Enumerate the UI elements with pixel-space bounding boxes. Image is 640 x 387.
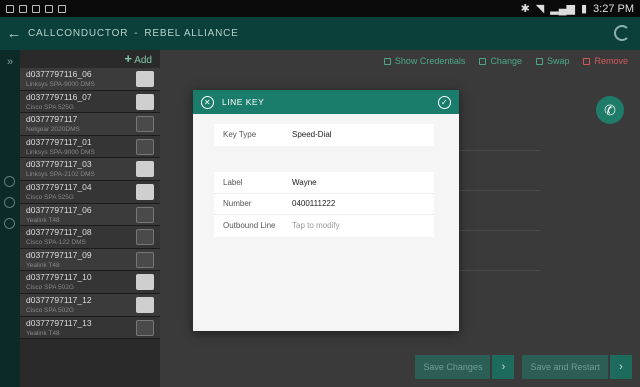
clock: 3:27 PM (593, 2, 634, 15)
remove-label: Remove (594, 56, 628, 66)
battery-icon: ▮ (580, 3, 588, 15)
left-rail: » (0, 50, 20, 387)
app-bar: ← CALLCONDUCTOR - REBEL ALLIANCE (0, 17, 640, 50)
phone-thumbnail-icon (136, 183, 154, 200)
line-key-dialog: ✕ LINE KEY ✓ Key Type Speed-Dial Label Way… (193, 90, 459, 331)
add-label: Add (134, 55, 152, 66)
phone-icon: ✆ (604, 102, 616, 118)
plus-icon: + (124, 51, 132, 66)
add-device-button[interactable]: + Add (20, 50, 160, 68)
chevron-right-icon: › (492, 355, 515, 379)
key-type-value: Speed-Dial (292, 130, 332, 140)
list-item[interactable]: d0377797117_04 Cisco SPA 525G (20, 180, 160, 204)
change-icon (479, 57, 487, 65)
swap-button[interactable]: Swap (535, 56, 570, 66)
notification-icons (6, 4, 66, 13)
phone-thumbnail-icon (136, 296, 154, 313)
phone-thumbnail-icon (136, 138, 154, 155)
outbound-line-row[interactable]: Outbound Line Tap to modify (214, 215, 434, 237)
phone-thumbnail-icon (136, 93, 154, 110)
change-button[interactable]: Change (479, 56, 522, 66)
save-and-restart-button[interactable]: Save and Restart › (522, 355, 632, 379)
key-type-row[interactable]: Key Type Speed-Dial (214, 124, 434, 146)
show-credentials-label: Show Credentials (394, 56, 466, 66)
list-item[interactable]: d0377797117_01 Linksys SPA-9000 DMS (20, 135, 160, 159)
status-bar: ✱ ◥ ▂▄▆ ▮ 3:27 PM (0, 0, 640, 17)
footer-actions: Save Changes › Save and Restart › (415, 355, 632, 379)
list-item[interactable]: d0377797117_13 Yealink T48 (20, 316, 160, 340)
bluetooth-icon: ✱ (520, 3, 530, 15)
label-row[interactable]: Label Wayne (214, 172, 434, 194)
phone-thumbnail-icon (136, 116, 154, 133)
trash-icon (583, 57, 591, 65)
key-details-card: Label Wayne Number 0400111222 Outbound Lin… (214, 172, 434, 237)
sd-card-icon (19, 4, 27, 13)
phone-thumbnail-icon (136, 274, 154, 291)
number-value: 0400111222 (292, 199, 336, 209)
dialog-title: LINE KEY (222, 97, 265, 107)
save-changes-button[interactable]: Save Changes › (415, 355, 515, 379)
show-credentials-button[interactable]: Show Credentials (383, 56, 466, 66)
list-item[interactable]: d0377797116_07 Cisco SPA 525G (20, 90, 160, 114)
phone-thumbnail-icon (136, 71, 154, 87)
list-item[interactable]: d0377797117_12 Cisco SPA 502G (20, 293, 160, 317)
sync-icon[interactable] (614, 25, 630, 41)
device-icon[interactable] (4, 218, 15, 229)
device-list: + Add d0377797116_06 Linksys SPA-9000 DMS… (20, 50, 160, 387)
remove-button[interactable]: Remove (583, 56, 628, 66)
list-item[interactable]: d0377797116_06 Linksys SPA-9000 DMS (20, 68, 160, 91)
phone-thumbnail-icon (136, 319, 154, 336)
key-type-card: Key Type Speed-Dial (214, 124, 434, 146)
swap-icon (535, 57, 543, 65)
list-item[interactable]: d0377797117_03 Linksys SPA-2102 DMS (20, 158, 160, 181)
alarm-icon (58, 4, 66, 13)
title-separator: - (134, 28, 139, 39)
list-item[interactable]: d0377797117_08 Cisco SPA-122 DMS (20, 226, 160, 249)
dialog-header: ✕ LINE KEY ✓ (193, 90, 459, 114)
key-type-label: Key Type (223, 130, 257, 140)
phone-thumbnail-icon (136, 251, 154, 268)
expand-chevron-icon[interactable]: » (0, 56, 20, 68)
list-item[interactable]: d0377797117_10 Cisco SPA 502G (20, 271, 160, 294)
save-changes-label: Save Changes (415, 355, 491, 379)
user-icon[interactable] (4, 197, 15, 208)
phone-thumbnail-icon (136, 206, 154, 223)
close-icon[interactable]: ✕ (201, 95, 214, 109)
number-row[interactable]: Number 0400111222 (214, 194, 434, 215)
list-item[interactable]: d0377797117_09 Yealink T48 (20, 248, 160, 272)
phone-thumbnail-icon (136, 161, 154, 178)
back-arrow-icon[interactable]: ← (0, 25, 28, 42)
save-and-restart-label: Save and Restart (522, 355, 608, 379)
device-toolbar: Show Credentials Change Swap Remove (160, 50, 640, 72)
swap-label: Swap (546, 56, 570, 66)
signal-icon: ▂▄▆ (550, 3, 575, 15)
call-button[interactable]: ✆ (596, 96, 624, 124)
usb-icon (6, 4, 14, 13)
app-title: CALLCONDUCTOR - REBEL ALLIANCE (28, 28, 239, 39)
outbound-line-value: Tap to modify (292, 221, 340, 231)
mail-icon (45, 4, 53, 13)
confirm-check-icon[interactable]: ✓ (438, 95, 451, 109)
lock-icon (383, 57, 391, 65)
list-item[interactable]: d0377797117 Netgear 2020DMS (20, 113, 160, 136)
outbound-line-label: Outbound Line (223, 221, 276, 231)
image-icon (32, 4, 40, 13)
label-value: Wayne (292, 177, 317, 187)
wifi-icon: ◥ (535, 3, 545, 15)
org-name: REBEL ALLIANCE (144, 28, 239, 39)
change-label: Change (490, 56, 522, 66)
chevron-right-icon: › (610, 355, 632, 379)
label-label: Label (223, 177, 243, 187)
list-item[interactable]: d0377797117_06 Yealink T48 (20, 203, 160, 227)
app-name: CALLCONDUCTOR (28, 28, 129, 39)
number-label: Number (223, 199, 252, 209)
phone-thumbnail-icon (136, 229, 154, 246)
contacts-icon[interactable] (4, 176, 15, 187)
